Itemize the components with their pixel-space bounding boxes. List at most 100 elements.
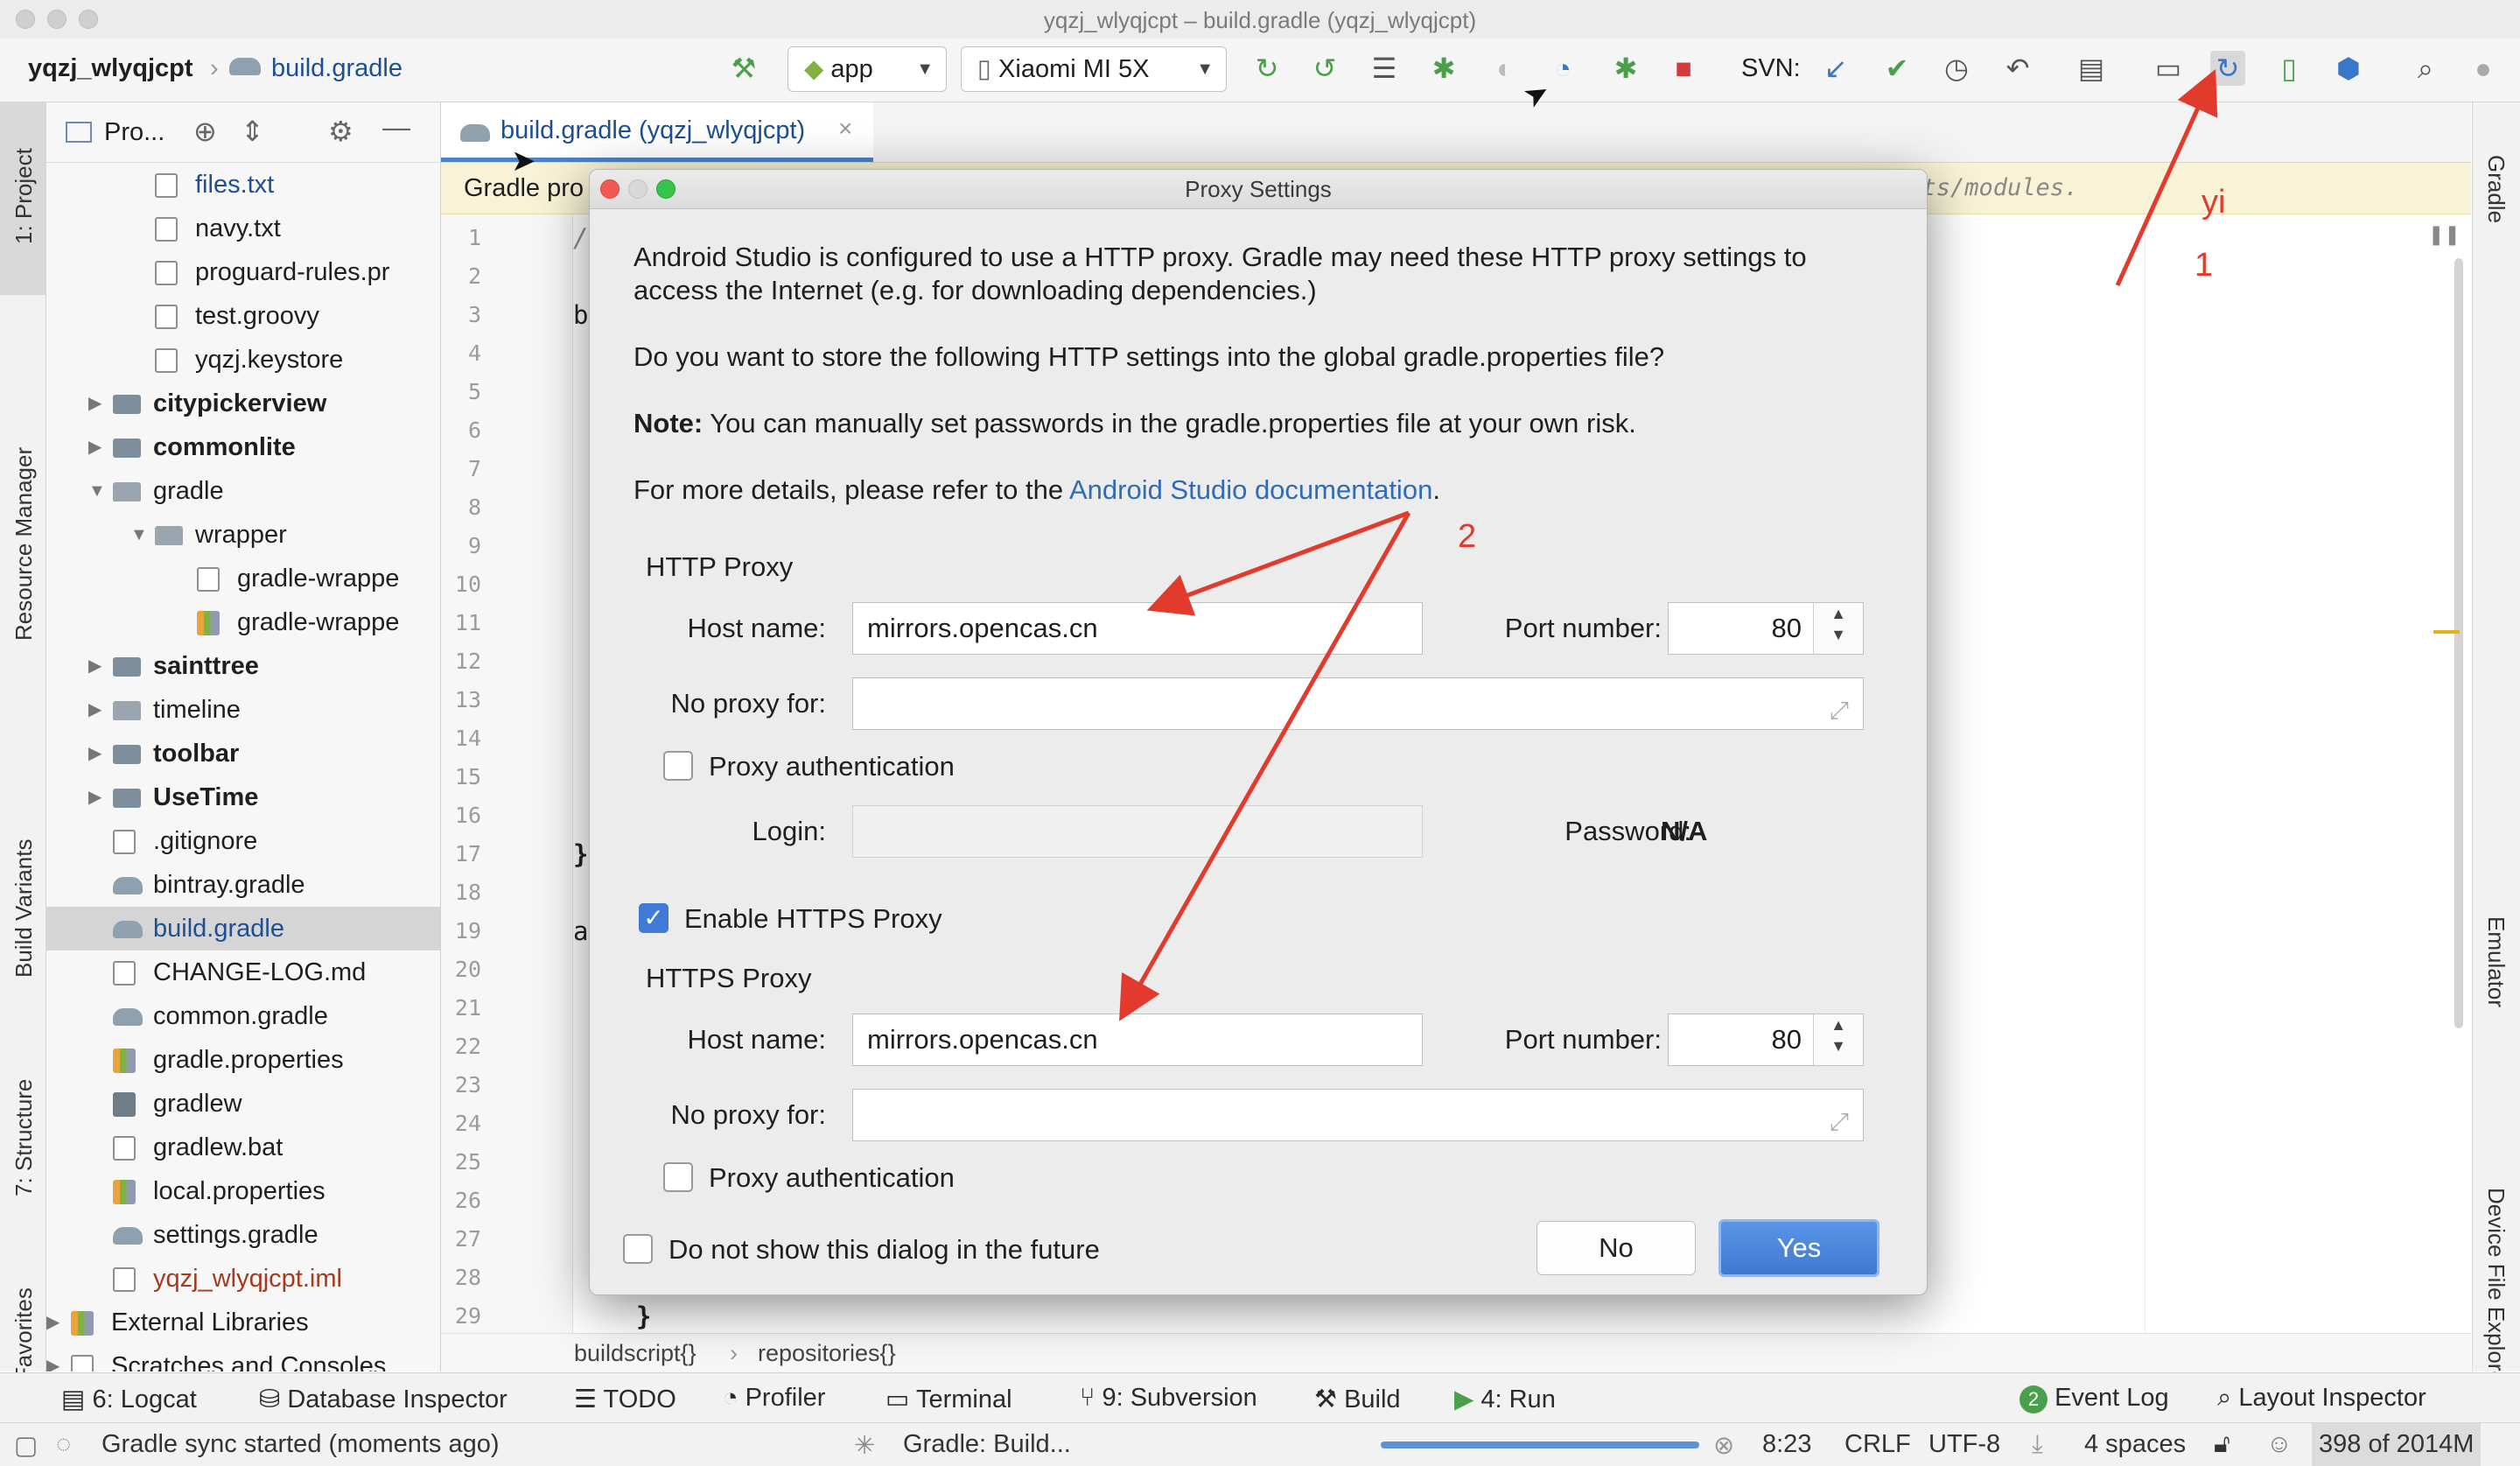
- tree-item[interactable]: yqzj.keystore: [46, 338, 440, 382]
- dont-show-again-label[interactable]: Do not show this dialog in the future: [668, 1234, 1100, 1266]
- http-proxy-auth-label[interactable]: Proxy authentication: [709, 751, 955, 782]
- status-message[interactable]: Gradle sync started (moments ago): [102, 1430, 500, 1459]
- history-icon[interactable]: ◷: [1939, 51, 1974, 86]
- tree-item[interactable]: build.gradle: [46, 907, 440, 950]
- breadcrumb-buildscript[interactable]: buildscript{}: [574, 1334, 696, 1372]
- run-all-icon[interactable]: ☰: [1367, 51, 1402, 86]
- background-task[interactable]: Gradle: Build...: [903, 1430, 1071, 1459]
- locate-icon[interactable]: ⊕: [193, 115, 217, 148]
- tool-event-log[interactable]: 2 Event Log: [2020, 1384, 2169, 1413]
- enable-https-proxy-label[interactable]: Enable HTTPS Proxy: [684, 903, 942, 935]
- revert-icon[interactable]: ↶: [2000, 51, 2035, 86]
- documentation-link[interactable]: Android Studio documentation: [1069, 474, 1432, 505]
- warning-marker[interactable]: [2433, 630, 2460, 634]
- collapse-all-icon[interactable]: ⇕: [241, 115, 264, 148]
- project-structure-icon[interactable]: ▤: [2074, 51, 2109, 86]
- https-proxy-auth-checkbox[interactable]: [663, 1162, 693, 1192]
- tool-todo[interactable]: ☰ TODO: [574, 1384, 676, 1414]
- toggle-tool-windows-icon[interactable]: ▢: [14, 1430, 38, 1461]
- http-host-input[interactable]: mirrors.opencas.cn: [852, 602, 1423, 655]
- tree-item[interactable]: test.groovy: [46, 294, 440, 338]
- tool-layout-inspector[interactable]: ⌕ Layout Inspector: [2217, 1384, 2426, 1413]
- cancel-task-icon[interactable]: ⊗: [1713, 1430, 1734, 1461]
- apply-code-changes-icon[interactable]: ↺: [1307, 51, 1342, 86]
- tree-item[interactable]: ▶ External Libraries: [46, 1301, 440, 1344]
- chevron-up-icon[interactable]: ▲: [1814, 1014, 1863, 1035]
- tree-item[interactable]: common.gradle: [46, 994, 440, 1038]
- https-host-input[interactable]: mirrors.opencas.cn: [852, 1014, 1423, 1066]
- dialog-zoom-icon[interactable]: [656, 179, 676, 199]
- https-port-stepper[interactable]: ▲ ▼: [1813, 1014, 1863, 1065]
- tree-item[interactable]: files.txt: [46, 163, 440, 207]
- tab-project[interactable]: 1: Project: [0, 102, 46, 295]
- tree-item[interactable]: gradle-wrappe: [46, 557, 440, 600]
- tab-gradle[interactable]: Gradle: [2473, 120, 2520, 277]
- http-proxy-auth-checkbox[interactable]: [663, 751, 693, 781]
- tab-build-variants[interactable]: Build Variants: [0, 698, 46, 995]
- chevron-right-icon[interactable]: ▶: [88, 382, 102, 425]
- hide-panel-icon[interactable]: —: [382, 111, 410, 144]
- debug-icon[interactable]: ✱: [1426, 51, 1461, 86]
- project-view-select[interactable]: Pro...: [104, 118, 164, 147]
- tree-item[interactable]: settings.gradle: [46, 1213, 440, 1257]
- chevron-right-icon[interactable]: ▶: [88, 644, 102, 688]
- svn-commit-icon[interactable]: ✔: [1880, 51, 1914, 86]
- tool-logcat[interactable]: ▤ 6: Logcat: [61, 1384, 197, 1414]
- run-config-select[interactable]: ◆ app ▼: [788, 46, 947, 92]
- dialog-close-icon[interactable]: [600, 179, 620, 199]
- hammer-icon[interactable]: ⚒: [726, 51, 761, 86]
- file-encoding[interactable]: UTF-8: [1928, 1430, 2000, 1459]
- tree-item[interactable]: gradlew.bat: [46, 1126, 440, 1169]
- inspector-icon[interactable]: ☺: [2266, 1430, 2292, 1459]
- tab-resource-manager[interactable]: Resource Manager: [0, 321, 46, 671]
- tree-item[interactable]: ▶ citypickerview: [46, 382, 440, 425]
- breadcrumb-file[interactable]: build.gradle: [271, 54, 402, 83]
- tree-item[interactable]: local.properties: [46, 1169, 440, 1213]
- tree-item[interactable]: ▶ timeline: [46, 688, 440, 732]
- apply-changes-restart-icon[interactable]: ↻: [1250, 51, 1284, 86]
- tree-item[interactable]: proguard-rules.pr: [46, 250, 440, 294]
- tree-item[interactable]: ▼ gradle: [46, 469, 440, 513]
- tree-item[interactable]: ▶ sainttree: [46, 644, 440, 688]
- tree-item[interactable]: gradle.properties: [46, 1038, 440, 1082]
- chevron-right-icon[interactable]: ▶: [88, 732, 102, 775]
- http-port-stepper[interactable]: ▲ ▼: [1813, 603, 1863, 654]
- expand-icon[interactable]: ⤢: [1830, 1097, 1849, 1147]
- breadcrumb-repositories[interactable]: repositories{}: [758, 1334, 896, 1372]
- device-select[interactable]: ▯ Xiaomi MI 5X ▼: [961, 46, 1227, 92]
- pause-icon[interactable]: ❚❚: [2428, 223, 2460, 246]
- account-icon[interactable]: ●: [2466, 51, 2501, 86]
- profile-icon[interactable]: ◔: [1545, 51, 1580, 86]
- chevron-down-icon[interactable]: ▼: [1814, 1035, 1863, 1056]
- memory-indicator[interactable]: 398 of 2014M: [2312, 1423, 2482, 1466]
- stop-icon[interactable]: ■: [1666, 51, 1701, 86]
- tool-subversion[interactable]: ⑂ 9: Subversion: [1080, 1384, 1257, 1413]
- http-noproxy-input[interactable]: ⤢: [852, 677, 1864, 730]
- close-tab-icon[interactable]: ×: [838, 115, 852, 143]
- attach-debugger-icon[interactable]: ✱: [1608, 51, 1643, 86]
- chevron-up-icon[interactable]: ▲: [1814, 603, 1863, 624]
- tree-item[interactable]: gradlew: [46, 1082, 440, 1126]
- no-button[interactable]: No: [1536, 1221, 1696, 1275]
- tool-profiler[interactable]: ◔ Profiler: [723, 1384, 825, 1413]
- svn-update-icon[interactable]: ↙: [1818, 51, 1853, 86]
- chevron-right-icon[interactable]: ▶: [88, 775, 102, 819]
- tree-item[interactable]: ▶ toolbar: [46, 732, 440, 775]
- yes-button[interactable]: Yes: [1718, 1219, 1880, 1277]
- tree-item[interactable]: ▶ UseTime: [46, 775, 440, 819]
- tree-item[interactable]: ▶ Scratches and Consoles: [46, 1344, 440, 1371]
- tree-item[interactable]: gradle-wrappe: [46, 600, 440, 644]
- chevron-right-icon[interactable]: ▶: [88, 425, 102, 469]
- lock-icon[interactable]: 🔓︎: [2214, 1430, 2230, 1459]
- sync-gradle-icon[interactable]: ↻: [2210, 51, 2245, 86]
- tree-item[interactable]: ▶ commonlite: [46, 425, 440, 469]
- coverage-icon[interactable]: ◐: [1488, 51, 1522, 86]
- tab-build-gradle[interactable]: build.gradle (yqzj_wlyqjcpt) ×: [441, 102, 873, 162]
- chevron-down-icon[interactable]: ▼: [88, 469, 106, 513]
- sdk-manager-icon[interactable]: ⬢: [2331, 51, 2366, 86]
- https-port-input[interactable]: 80 ▲ ▼: [1668, 1014, 1864, 1066]
- search-icon[interactable]: ⌕: [2408, 51, 2443, 86]
- tab-structure[interactable]: 7: Structure: [0, 1021, 46, 1214]
- terminal-icon[interactable]: ▭: [2151, 51, 2186, 86]
- tree-item[interactable]: navy.txt: [46, 207, 440, 250]
